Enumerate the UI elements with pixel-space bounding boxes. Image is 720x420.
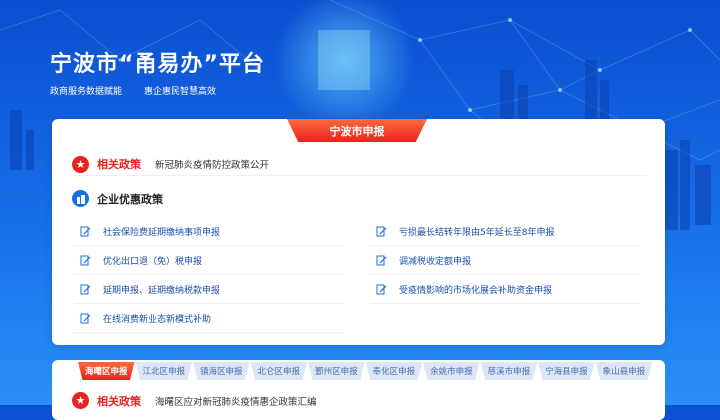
tab-yinzhou[interactable]: 鄞州区申报: [308, 362, 365, 380]
list-item-text: 在线消费新业态新模式补助: [103, 314, 212, 325]
hero-subtitle-2: 惠企惠民智慧高效: [144, 87, 217, 97]
district-tab-bar: 海曙区申报 江北区申报 镇海区申报 北仑区申报 鄞州区申报 奉化区申报 余姚市申…: [78, 362, 653, 382]
edit-document-icon: [80, 226, 91, 236]
related-policy-link[interactable]: 新冠肺炎疫情防控政策公开: [155, 157, 269, 171]
list-item-text: 社会保险费延期缴纳事项申报: [103, 227, 221, 238]
related-policy-link[interactable]: 海曙区应对新冠肺炎疫情惠企政策汇编: [155, 394, 317, 408]
edit-document-icon: [376, 226, 387, 236]
tab-haishu[interactable]: 海曙区申报: [78, 362, 135, 380]
building-icon: [72, 190, 89, 207]
edit-document-icon: [376, 255, 387, 265]
page-title: 宁波市“甬易办”平台: [50, 52, 265, 77]
tab-yuyao[interactable]: 余姚市申报: [423, 362, 480, 380]
list-item[interactable]: 调减税收定额申报: [370, 246, 640, 275]
enterprise-policy-header: 企业优惠政策: [72, 190, 163, 207]
hero-subtitle-1: 政商服务数据赋能: [50, 87, 123, 97]
list-item-text: 调减税收定额申报: [399, 256, 472, 267]
edit-document-icon: [376, 284, 387, 294]
tab-cixi[interactable]: 慈溪市申报: [480, 362, 538, 380]
tab-zhenhai[interactable]: 镇海区申报: [193, 362, 250, 380]
edit-document-icon: [80, 313, 91, 323]
tab-jiangbei[interactable]: 江北区申报: [135, 362, 193, 380]
list-item[interactable]: 受疫情影响的市场化展会补助资金申报: [370, 275, 640, 304]
list-item[interactable]: 延期申报、延期缴纳税款申报: [74, 275, 344, 304]
list-item[interactable]: 在线消费新业态新模式补助: [74, 304, 344, 333]
tab-beilun[interactable]: 北仑区申报: [250, 362, 308, 380]
ningbo-declaration-card: 宁波市申报 ★ 相关政策 新冠肺炎疫情防控政策公开 企业优惠政策 社会保险费延期…: [52, 119, 665, 345]
tab-ningbo-declaration[interactable]: 宁波市申报: [287, 119, 427, 142]
list-item[interactable]: 优化出口退（免）税申报: [74, 246, 344, 275]
policy-list-right: 亏损最长结转年限由5年延长至8年申报 调减税收定额申报 受疫情影响的市场化展会补…: [370, 217, 640, 304]
list-item-text: 延期申报、延期缴纳税款申报: [103, 285, 221, 296]
district-policy-row[interactable]: ★ 相关政策 海曙区应对新冠肺炎疫情惠企政策汇编: [72, 392, 317, 409]
list-item[interactable]: 亏损最长结转年限由5年延长至8年申报: [370, 217, 640, 246]
related-policy-label: 相关政策: [97, 394, 141, 408]
list-item-text: 优化出口退（免）税申报: [103, 256, 203, 267]
star-icon: ★: [72, 392, 89, 409]
edit-document-icon: [80, 255, 91, 265]
list-item-text: 亏损最长结转年限由5年延长至8年申报: [399, 227, 555, 238]
tab-ninghai[interactable]: 宁海县申报: [538, 362, 595, 380]
enterprise-policy-title: 企业优惠政策: [97, 192, 163, 206]
hero-subtitle: 政商服务数据赋能 惠企惠民智慧高效: [50, 84, 216, 97]
policy-list-left: 社会保险费延期缴纳事项申报 优化出口退（免）税申报 延期申报、延期缴纳税款申报 …: [74, 217, 344, 333]
list-item-text: 受疫情影响的市场化展会补助资金申报: [399, 285, 553, 296]
related-policy-row[interactable]: ★ 相关政策 新冠肺炎疫情防控政策公开: [72, 153, 647, 176]
list-item[interactable]: 社会保险费延期缴纳事项申报: [74, 217, 344, 246]
tab-fenghua[interactable]: 奉化区申报: [365, 362, 423, 380]
tab-xiangshan[interactable]: 象山县申报: [595, 362, 653, 380]
related-policy-label: 相关政策: [97, 158, 141, 171]
star-icon: ★: [72, 155, 89, 173]
edit-document-icon: [80, 284, 91, 294]
